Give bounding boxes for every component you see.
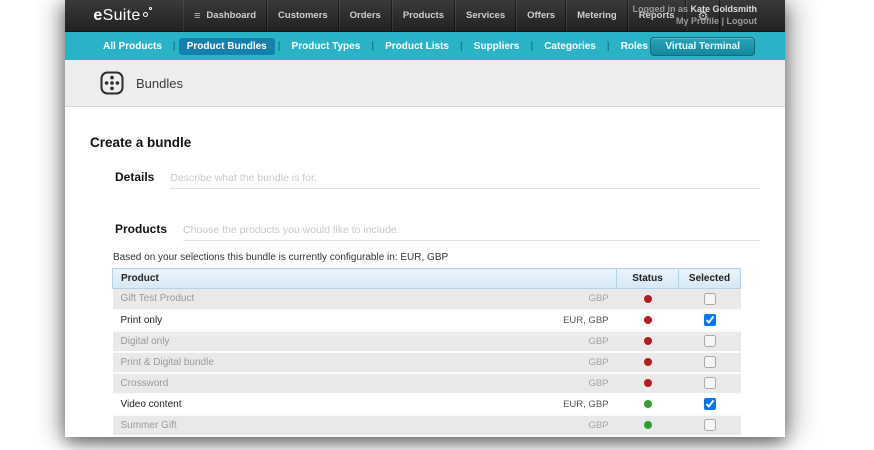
details-label: Details — [115, 170, 155, 184]
selected-checkbox[interactable] — [703, 377, 716, 389]
main-content: Create a bundle Details Products Based o… — [65, 135, 785, 437]
product-currencies: EUR, GBP — [563, 314, 609, 326]
menu-label: Customers — [278, 10, 328, 21]
product-name: Print only — [120, 314, 163, 326]
menu-item-metering[interactable]: Metering — [566, 0, 628, 31]
table-row: Crossword GBP — [112, 372, 741, 394]
status-dot — [643, 315, 652, 324]
product-currencies: EUR, GBP — [563, 398, 609, 410]
logo-text: Suite — [102, 6, 141, 24]
column-header-status: Status — [616, 268, 679, 289]
product-name: Video content — [120, 398, 182, 410]
subnav-item-all-products[interactable]: All Products — [95, 38, 170, 55]
status-dot — [643, 378, 652, 387]
section-title: Bundles — [136, 75, 183, 91]
esuite-logo[interactable]: e Suite — [65, 0, 183, 31]
link-separator: | — [718, 16, 727, 26]
menu-item-services[interactable]: Services — [455, 0, 517, 31]
status-dot — [643, 294, 652, 303]
product-currencies: GBP — [588, 293, 609, 305]
subnav-item-product-lists[interactable]: Product Lists — [377, 38, 457, 55]
subnav-item-product-bundles[interactable]: Product Bundles — [178, 37, 275, 55]
app-window: e Suite ≡ Dashboard Customers Orders Prod… — [65, 0, 785, 437]
configurable-currencies-note: Based on your selections this bundle is … — [113, 252, 449, 263]
product-name: Print & Digital bundle — [120, 356, 214, 368]
subnav-item-suppliers[interactable]: Suppliers — [466, 38, 528, 55]
bundles-icon — [100, 71, 124, 95]
status-dot — [643, 420, 652, 429]
table-row: Gift Test Product GBP — [112, 288, 741, 310]
virtual-terminal-button[interactable]: Virtual Terminal — [650, 37, 755, 56]
menu-label: Dashboard — [206, 10, 257, 21]
table-row: Digital only GBP — [112, 330, 741, 352]
product-currencies: GBP — [588, 377, 609, 389]
status-dot — [643, 399, 652, 408]
subnav-separator: | — [530, 40, 534, 52]
products-input[interactable] — [183, 222, 760, 241]
menu-item-dashboard[interactable]: ≡ Dashboard — [183, 0, 268, 31]
top-navigation-bar: e Suite ≡ Dashboard Customers Orders Prod… — [65, 0, 785, 32]
selected-checkbox[interactable] — [703, 335, 716, 347]
product-currencies: GBP — [588, 335, 609, 347]
secondary-navigation-bar: All Products | Product Bundles | Product… — [65, 32, 785, 60]
subnav-item-product-types[interactable]: Product Types — [284, 38, 369, 55]
products-label: Products — [115, 222, 168, 236]
details-input[interactable] — [170, 170, 760, 189]
product-name: Crossword — [120, 377, 169, 389]
my-profile-link[interactable]: My Profile — [676, 16, 719, 26]
table-row: Print only EUR, GBP — [112, 309, 741, 331]
menu-item-products[interactable]: Products — [391, 0, 456, 31]
products-table: Product Status Selected Gift Test Produc… — [112, 268, 741, 437]
product-currencies: GBP — [588, 419, 609, 431]
selected-checkbox[interactable] — [703, 398, 716, 410]
page-title: Create a bundle — [90, 135, 192, 150]
column-header-product: Product — [112, 268, 617, 289]
subnav-separator: | — [371, 40, 375, 52]
product-name: Digital only — [120, 335, 170, 347]
product-name: Summer Gift — [120, 419, 177, 431]
subnav-separator: | — [277, 40, 281, 52]
menu-item-orders[interactable]: Orders — [338, 0, 392, 31]
logout-link[interactable]: Logout — [727, 16, 758, 26]
product-currencies: GBP — [588, 356, 609, 368]
user-block: Logged in as Kate Goldsmith My Profile |… — [632, 3, 757, 27]
table-row: Summer Gift GBP — [112, 414, 741, 436]
selected-checkbox[interactable] — [703, 356, 716, 368]
hamburger-icon: ≡ — [194, 9, 201, 22]
selected-checkbox[interactable] — [703, 419, 716, 431]
table-row: Video content EUR, GBP — [112, 393, 741, 415]
table-header-row: Product Status Selected — [112, 268, 741, 289]
menu-label: Offers — [527, 10, 556, 21]
selected-checkbox[interactable] — [703, 292, 716, 305]
user-name: Kate Goldsmith — [690, 4, 757, 14]
menu-label: Products — [402, 10, 445, 21]
subnav-separator: | — [606, 40, 610, 52]
status-dot — [643, 357, 652, 366]
status-dot — [643, 336, 652, 345]
subnav-separator: | — [459, 40, 463, 52]
menu-label: Metering — [577, 10, 617, 21]
table-row: Print & Digital bundle GBP — [112, 351, 741, 373]
selected-checkbox[interactable] — [703, 314, 716, 326]
menu-item-offers[interactable]: Offers — [516, 0, 567, 31]
logo-bubbles-icon — [141, 6, 155, 25]
column-header-selected: Selected — [678, 268, 741, 289]
logged-in-text: Logged in as Kate Goldsmith — [632, 4, 757, 14]
menu-label: Services — [466, 10, 506, 21]
menu-item-customers[interactable]: Customers — [267, 0, 339, 31]
menu-label: Orders — [349, 10, 381, 21]
product-name: Gift Test Product — [120, 293, 195, 305]
subnav-separator: | — [172, 40, 176, 52]
subnav-item-categories[interactable]: Categories — [536, 38, 604, 55]
section-header: Bundles — [65, 60, 785, 107]
logo-text-bold: e — [93, 6, 103, 24]
